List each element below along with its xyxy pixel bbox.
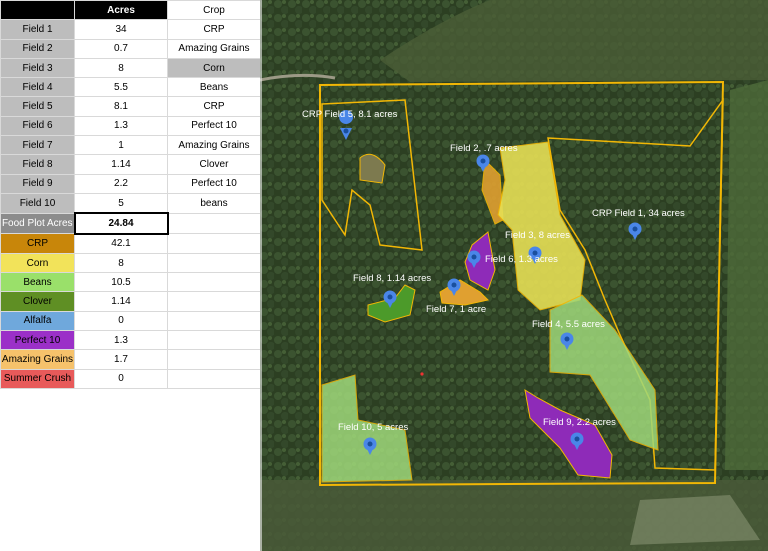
field-acres-cell[interactable]: 34 bbox=[74, 19, 168, 40]
field-name-cell[interactable]: Field 7 bbox=[0, 135, 75, 156]
field-crop-cell[interactable]: Amazing Grains bbox=[167, 135, 260, 156]
legend-row: Perfect 10 1.3 bbox=[0, 330, 260, 351]
total-label-cell[interactable]: Food Plot Acres bbox=[0, 212, 75, 235]
table-row: Field 10 5 beans bbox=[0, 192, 260, 214]
legend-row: Alfalfa 0 bbox=[0, 310, 260, 332]
legend-acres-cell[interactable]: 1.3 bbox=[74, 330, 168, 351]
field-1-label: CRP Field 1, 34 acres bbox=[592, 208, 685, 219]
panel-divider[interactable] bbox=[260, 0, 262, 551]
field-acres-cell[interactable]: 8.1 bbox=[74, 96, 168, 117]
crop-header[interactable]: Crop bbox=[167, 0, 260, 21]
field-crop-cell[interactable]: CRP bbox=[167, 96, 260, 117]
legend-row: Amazing Grains 1.7 bbox=[0, 349, 260, 370]
empty-cell[interactable] bbox=[167, 291, 260, 312]
table-row: Field 9 2.2 Perfect 10 bbox=[0, 173, 260, 194]
legend-crop-cell[interactable]: Alfalfa bbox=[0, 310, 75, 332]
table-row: Field 3 8 Corn bbox=[0, 57, 260, 79]
field-9-label: Field 9, 2.2 acres bbox=[543, 417, 616, 428]
table-row: Field 8 1.14 Clover bbox=[0, 154, 260, 175]
legend-acres-cell[interactable]: 1.14 bbox=[74, 291, 168, 312]
legend-row: Clover 1.14 bbox=[0, 291, 260, 312]
field-name-cell[interactable]: Field 8 bbox=[0, 154, 75, 175]
field-crop-cell[interactable]: CRP bbox=[167, 19, 260, 40]
legend-crop-cell[interactable]: CRP bbox=[0, 233, 75, 254]
acreage-table: Acres Crop Field 1 34 CRP Field 2 0.7 Am… bbox=[0, 0, 260, 389]
legend-acres-cell[interactable]: 10.5 bbox=[74, 272, 168, 293]
field-10-label: Field 10, 5 acres bbox=[338, 422, 408, 433]
table-row: Field 1 34 CRP bbox=[0, 19, 260, 40]
field-acres-cell[interactable]: 5.5 bbox=[74, 77, 168, 98]
field-name-cell[interactable]: Field 6 bbox=[0, 115, 75, 137]
empty-cell[interactable] bbox=[167, 212, 260, 235]
field-7-label: Field 7, 1 acre bbox=[426, 304, 486, 315]
legend-row: Beans 10.5 bbox=[0, 272, 260, 293]
field-crop-cell[interactable]: Beans bbox=[167, 77, 260, 98]
field-name-cell[interactable]: Field 4 bbox=[0, 77, 75, 98]
table-row: Field 6 1.3 Perfect 10 bbox=[0, 115, 260, 137]
field-3-label: Field 3, 8 acres bbox=[505, 230, 570, 241]
legend-acres-cell[interactable]: 42.1 bbox=[74, 233, 168, 254]
field-acres-cell[interactable]: 8 bbox=[74, 57, 168, 79]
field-acres-cell[interactable]: 2.2 bbox=[74, 173, 168, 194]
field-8-label: Field 8, 1.14 acres bbox=[353, 273, 431, 284]
empty-cell[interactable] bbox=[167, 310, 260, 332]
legend-crop-cell[interactable]: Amazing Grains bbox=[0, 349, 75, 370]
field-crop-cell[interactable]: Clover bbox=[167, 154, 260, 175]
field-5-label: CRP Field 5, 8.1 acres bbox=[302, 109, 398, 120]
empty-cell[interactable] bbox=[167, 252, 260, 274]
legend-acres-cell[interactable]: 1.7 bbox=[74, 349, 168, 370]
satellite-map[interactable]: CRP Field 5, 8.1 acres Field 2, .7 acres… bbox=[260, 0, 768, 551]
legend-crop-cell[interactable]: Perfect 10 bbox=[0, 330, 75, 351]
table-row: Field 5 8.1 CRP bbox=[0, 96, 260, 117]
legend-crop-cell[interactable]: Beans bbox=[0, 272, 75, 293]
field-acres-cell[interactable]: 5 bbox=[74, 192, 168, 214]
corner-cell[interactable] bbox=[0, 0, 75, 21]
field-6-label: Field 6, 1.3 acres bbox=[485, 254, 558, 265]
table-row: Field 7 1 Amazing Grains bbox=[0, 135, 260, 156]
legend-row: Corn 8 bbox=[0, 252, 260, 274]
acres-header[interactable]: Acres bbox=[74, 0, 168, 21]
field-crop-cell[interactable]: beans bbox=[167, 192, 260, 214]
field-name-cell[interactable]: Field 9 bbox=[0, 173, 75, 194]
legend-row: Summer Crush 0 bbox=[0, 368, 260, 389]
field-name-cell[interactable]: Field 3 bbox=[0, 57, 75, 79]
legend-crop-cell[interactable]: Summer Crush bbox=[0, 368, 75, 389]
table-row: Field 2 0.7 Amazing Grains bbox=[0, 38, 260, 59]
legend-row: CRP 42.1 bbox=[0, 233, 260, 254]
table-row: Field 4 5.5 Beans bbox=[0, 77, 260, 98]
legend-acres-cell[interactable]: 8 bbox=[74, 252, 168, 274]
empty-cell[interactable] bbox=[167, 330, 260, 351]
spreadsheet-panel: Acres Crop Field 1 34 CRP Field 2 0.7 Am… bbox=[0, 0, 260, 551]
field-name-cell[interactable]: Field 5 bbox=[0, 96, 75, 117]
field-4-label: Field 4, 5.5 acres bbox=[532, 319, 605, 330]
field-acres-cell[interactable]: 1 bbox=[74, 135, 168, 156]
east-meadow bbox=[725, 80, 768, 470]
field-2-label: Field 2, .7 acres bbox=[450, 143, 518, 154]
field-crop-cell[interactable]: Amazing Grains bbox=[167, 38, 260, 59]
legend-acres-cell[interactable]: 0 bbox=[74, 368, 168, 389]
header-row: Acres Crop bbox=[0, 0, 260, 21]
legend-crop-cell[interactable]: Clover bbox=[0, 291, 75, 312]
field-crop-cell[interactable]: Perfect 10 bbox=[167, 115, 260, 137]
selected-crop-cell[interactable]: Corn bbox=[167, 57, 260, 79]
field-name-cell[interactable]: Field 2 bbox=[0, 38, 75, 59]
empty-cell[interactable] bbox=[167, 272, 260, 293]
empty-cell[interactable] bbox=[167, 233, 260, 254]
field-name-cell[interactable]: Field 10 bbox=[0, 192, 75, 214]
field-crop-cell[interactable]: Perfect 10 bbox=[167, 173, 260, 194]
empty-cell[interactable] bbox=[167, 349, 260, 370]
field-acres-cell[interactable]: 1.3 bbox=[74, 115, 168, 137]
field-acres-cell[interactable]: 0.7 bbox=[74, 38, 168, 59]
field-name-cell[interactable]: Field 1 bbox=[0, 19, 75, 40]
empty-cell[interactable] bbox=[167, 368, 260, 389]
map-marker-dot bbox=[420, 372, 424, 376]
legend-acres-cell[interactable]: 0 bbox=[74, 310, 168, 332]
legend-crop-cell[interactable]: Corn bbox=[0, 252, 75, 274]
total-row: Food Plot Acres 24.84 bbox=[0, 212, 260, 235]
total-value-cell[interactable]: 24.84 bbox=[73, 212, 169, 235]
field-acres-cell[interactable]: 1.14 bbox=[74, 154, 168, 175]
